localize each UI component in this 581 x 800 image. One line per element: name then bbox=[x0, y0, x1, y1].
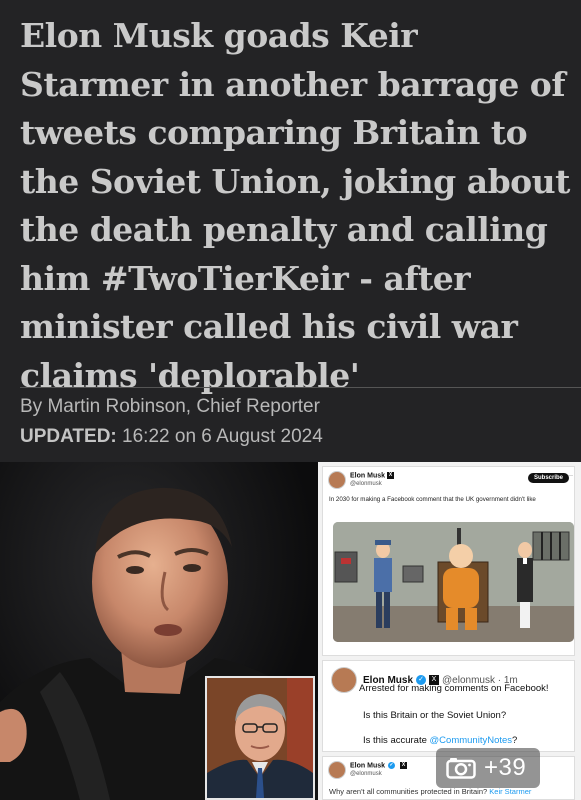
more-icon: ··· bbox=[567, 473, 573, 479]
cartoon-electric-chair-scene bbox=[333, 522, 574, 642]
keir-starmer-photo[interactable] bbox=[205, 676, 315, 800]
updated-timestamp: UPDATED: 16:22 on 6 August 2024 bbox=[20, 426, 323, 448]
byline[interactable]: By Martin Robinson, Chief Reporter bbox=[20, 396, 320, 418]
cartoon-illustration bbox=[333, 522, 574, 642]
tweet-header: Elon Musk X @elonmusk bbox=[328, 471, 395, 489]
verified-badge-icon: ✓ bbox=[388, 762, 396, 770]
tweet-line: Is this accurate @CommunityNotes? bbox=[363, 735, 517, 746]
avatar bbox=[328, 471, 346, 489]
tweet-author-name: Elon Musk bbox=[350, 472, 386, 480]
updated-value: 16:22 on 6 August 2024 bbox=[122, 426, 323, 447]
tweet-line: Arrested for making comments on Facebook… bbox=[359, 683, 549, 694]
x-logo-icon: X bbox=[400, 762, 408, 770]
tweet-card: Elon Musk ✓ X @elonmusk · 1m Arrested fo… bbox=[322, 660, 575, 752]
updated-label: UPDATED: bbox=[20, 426, 117, 447]
tweet-handle: @elonmusk bbox=[350, 770, 382, 777]
tweet-header: Elon Musk ✓ X @elonmusk bbox=[328, 761, 408, 779]
starmer-illustration bbox=[207, 678, 313, 798]
subscribe-button: Subscribe bbox=[527, 473, 569, 483]
tweet-text-fragment: ? bbox=[512, 735, 518, 746]
article-header: Elon Musk goads Keir Starmer in another … bbox=[0, 0, 581, 462]
keir-starmer-mention: Keir Starmer bbox=[489, 787, 532, 796]
tweet-line: Is this Britain or the Soviet Union? bbox=[363, 710, 507, 721]
community-notes-mention: @CommunityNotes bbox=[429, 735, 513, 746]
tweet-text: In 2030 for making a Facebook comment th… bbox=[329, 496, 536, 503]
divider bbox=[20, 387, 581, 388]
avatar bbox=[331, 667, 357, 693]
gallery-count-button[interactable]: +39 bbox=[436, 748, 541, 788]
tweet-text-fragment: Why aren't all communities protected in … bbox=[329, 787, 488, 796]
tweet-handle: @elonmusk bbox=[350, 480, 382, 487]
tweet-author-name: Elon Musk bbox=[350, 762, 386, 770]
tweet-text-fragment: Is this accurate bbox=[363, 735, 427, 746]
headline[interactable]: Elon Musk goads Keir Starmer in another … bbox=[20, 12, 570, 400]
tweet-card: Elon Musk X @elonmusk Subscribe ··· In 20… bbox=[322, 466, 575, 656]
avatar bbox=[328, 761, 346, 779]
camera-icon bbox=[446, 757, 476, 779]
x-logo-icon: X bbox=[387, 472, 395, 480]
tweet-text: Why aren't all communities protected in … bbox=[329, 787, 531, 796]
gallery-count: +39 bbox=[484, 754, 527, 781]
